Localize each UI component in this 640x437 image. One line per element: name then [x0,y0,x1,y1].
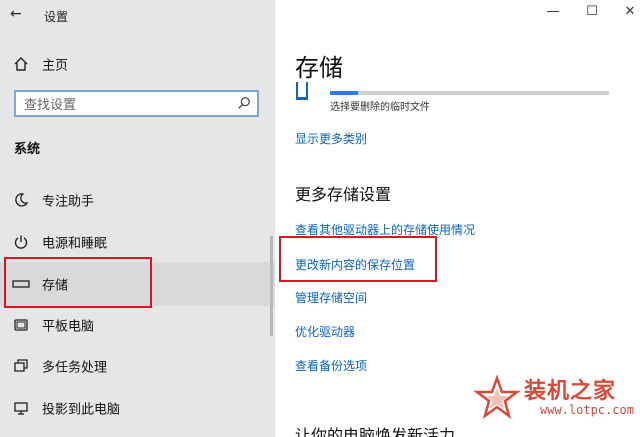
view-backup-options-link[interactable]: 查看备份选项 [295,357,367,374]
sidebar: ← 设置 主页 系统 专注助手 电源和睡眠 存储 平板电脑 [0,0,275,437]
sidebar-item-label: 平板电脑 [42,319,95,335]
tablet-icon [12,316,30,334]
sidebar-item-label: 主页 [42,58,69,74]
sidebar-scrollbar[interactable] [270,236,273,336]
section-title: 系统 [14,142,41,157]
drive-icon [296,82,308,100]
window-title: 设置 [44,10,69,24]
sidebar-item-tablet[interactable]: 平板电脑 [0,305,275,345]
temp-files-usage-fill [330,91,358,95]
sidebar-item-label: 投影到此电脑 [42,402,121,418]
manage-storage-spaces-link[interactable]: 管理存储空间 [295,289,367,306]
highlight-box-change-save-location [279,236,437,282]
page-title: 存储 [295,54,343,82]
watermark-title: 装机之家 [524,379,617,404]
highlight-box-storage [4,257,152,308]
optimize-drives-link[interactable]: 优化驱动器 [295,323,355,340]
refresh-pc-heading: 让你的电脑焕发新活力 [295,426,456,437]
sidebar-item-multitasking[interactable]: 多任务处理 [0,346,275,386]
main-content: — ☐ ✕ 存储 选择要删除的临时文件 显示更多类别 更多存储设置 查看其他驱动… [275,0,640,437]
sidebar-item-label: 多任务处理 [42,360,108,376]
sidebar-item-home[interactable]: 主页 [0,44,275,84]
watermark-url: www.lotpc.com [540,403,634,417]
watermark: 装机之家 www.lotpc.com [474,371,634,429]
sidebar-item-label: 专注助手 [42,194,95,210]
power-icon [12,233,30,251]
back-arrow-icon[interactable]: ← [10,6,22,22]
temp-files-usage-bar [330,91,609,95]
sidebar-item-label: 电源和睡眠 [42,236,108,252]
search-icon[interactable] [237,96,251,110]
more-storage-settings-heading: 更多存储设置 [295,185,392,204]
search-input[interactable] [22,95,236,115]
moon-icon [12,191,30,209]
temp-files-label[interactable]: 选择要删除的临时文件 [330,98,430,113]
show-more-categories-link[interactable]: 显示更多类别 [295,130,367,147]
maximize-button[interactable]: ☐ [582,4,602,19]
project-icon [12,399,30,417]
sidebar-item-power-sleep[interactable]: 电源和睡眠 [0,222,275,262]
multitask-icon [12,357,30,375]
watermark-logo-icon [474,375,520,420]
minimize-button[interactable]: — [543,4,563,19]
search-box[interactable] [14,90,259,117]
sidebar-item-project-to-pc[interactable]: 投影到此电脑 [0,388,275,428]
sidebar-item-focus-assist[interactable]: 专注助手 [0,180,275,220]
home-icon [12,55,30,73]
close-button[interactable]: ✕ [620,4,640,19]
